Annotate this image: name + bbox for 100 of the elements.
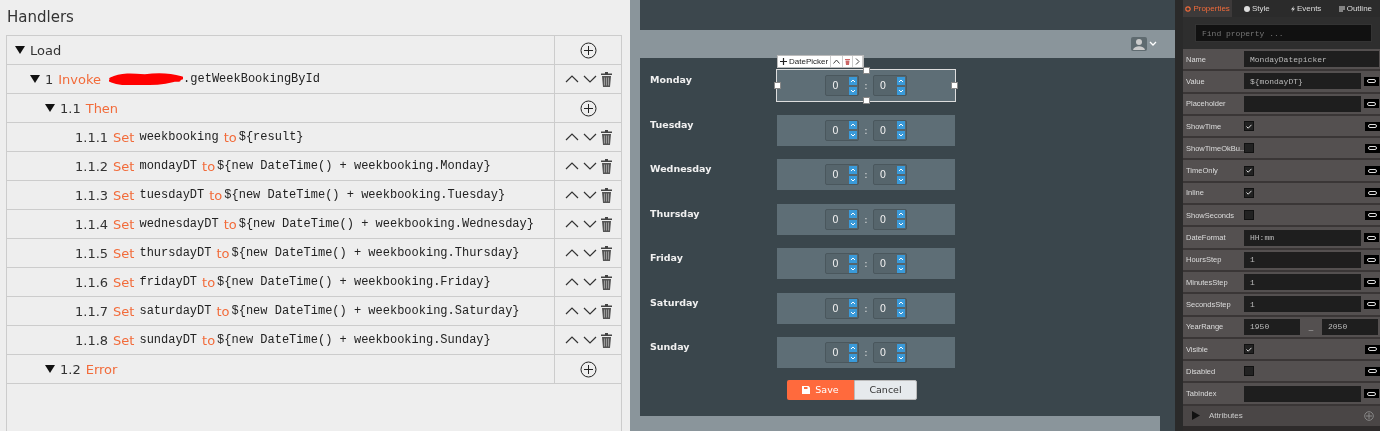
resize-handle[interactable]: [774, 82, 781, 89]
expanded-triangle-icon[interactable]: [45, 364, 55, 374]
add-icon[interactable]: [579, 41, 597, 59]
increment-icon[interactable]: [849, 254, 858, 263]
chevron-up-icon[interactable]: [564, 191, 579, 199]
checkbox[interactable]: [1244, 366, 1254, 377]
decrement-icon[interactable]: [849, 175, 858, 184]
binding-button[interactable]: [1365, 121, 1380, 131]
chevron-down-icon[interactable]: [582, 336, 597, 344]
binding-button[interactable]: [1364, 389, 1379, 399]
minute-spinner[interactable]: 0: [872, 164, 907, 185]
increment-icon[interactable]: [896, 165, 905, 174]
binding-button[interactable]: [1364, 233, 1379, 242]
hour-spinner[interactable]: 0: [825, 164, 860, 185]
binding-button[interactable]: [1364, 299, 1379, 309]
hour-spinner[interactable]: 0: [825, 253, 860, 274]
chevron-down-icon[interactable]: [582, 249, 597, 257]
property-field[interactable]: MondayDatepicker: [1244, 51, 1379, 68]
chevron-down-icon[interactable]: [582, 278, 597, 286]
time-picker[interactable]: 0 : 0: [777, 203, 955, 235]
chevron-down-icon[interactable]: [582, 75, 597, 83]
range-end-field[interactable]: 2050: [1322, 318, 1378, 335]
trash-icon[interactable]: [600, 332, 612, 348]
decrement-icon[interactable]: [896, 175, 905, 184]
binding-button[interactable]: [1364, 99, 1379, 109]
chevron-up-icon[interactable]: [564, 278, 579, 286]
increment-icon[interactable]: [849, 343, 858, 352]
checkbox[interactable]: [1244, 344, 1254, 354]
increment-icon[interactable]: [896, 254, 905, 263]
property-field[interactable]: 1: [1244, 251, 1361, 268]
trash-icon[interactable]: [845, 58, 851, 65]
chevron-up-icon[interactable]: [564, 75, 579, 83]
property-field[interactable]: ${mondayDT}: [1244, 73, 1361, 90]
decrement-icon[interactable]: [896, 131, 905, 139]
decrement-icon[interactable]: [849, 264, 858, 273]
resize-handle[interactable]: [951, 82, 958, 89]
binding-button[interactable]: [1365, 344, 1380, 354]
chevron-up-icon[interactable]: [564, 220, 579, 228]
time-picker[interactable]: 0 : 0: [777, 248, 955, 279]
minute-spinner[interactable]: 0: [872, 253, 907, 274]
property-field[interactable]: 1: [1244, 296, 1361, 313]
time-picker[interactable]: 0 : 0: [777, 292, 955, 324]
decrement-icon[interactable]: [896, 220, 905, 228]
decrement-icon[interactable]: [849, 131, 858, 139]
minute-spinner[interactable]: 0: [872, 119, 907, 141]
search-field[interactable]: Find property ...: [1195, 24, 1372, 42]
increment-icon[interactable]: [849, 165, 858, 174]
trash-icon[interactable]: [600, 187, 612, 203]
binding-button[interactable]: [1364, 76, 1379, 86]
decrement-icon[interactable]: [849, 309, 858, 317]
panel-tab[interactable]: Properties: [1183, 0, 1233, 17]
binding-button[interactable]: [1365, 210, 1380, 220]
property-field[interactable]: 1: [1244, 274, 1361, 291]
expanded-triangle-icon[interactable]: [15, 45, 25, 55]
trash-icon[interactable]: [600, 71, 612, 87]
decrement-icon[interactable]: [849, 353, 858, 362]
checkbox[interactable]: [1244, 121, 1254, 132]
expanded-triangle-icon[interactable]: [30, 74, 40, 84]
binding-button[interactable]: [1365, 366, 1380, 376]
decrement-icon[interactable]: [896, 309, 905, 317]
hour-spinner[interactable]: 0: [825, 208, 860, 230]
hour-spinner[interactable]: 0: [825, 342, 860, 363]
trash-icon[interactable]: [600, 129, 612, 145]
increment-icon[interactable]: [896, 210, 905, 218]
time-picker[interactable]: 0 : 0: [777, 337, 955, 368]
increment-icon[interactable]: [849, 121, 858, 129]
chevron-up-icon[interactable]: [564, 336, 579, 344]
resize-handle[interactable]: [863, 67, 870, 74]
trash-icon[interactable]: [600, 245, 612, 261]
increment-icon[interactable]: [849, 210, 858, 218]
add-icon[interactable]: [579, 99, 597, 117]
add-icon[interactable]: [579, 360, 597, 378]
chevron-up-icon[interactable]: [564, 249, 579, 257]
increment-icon[interactable]: [896, 76, 905, 85]
chevron-down-icon[interactable]: [582, 307, 597, 315]
save-button[interactable]: Save: [787, 379, 854, 400]
expanded-triangle-icon[interactable]: [45, 103, 55, 113]
increment-icon[interactable]: [896, 343, 905, 352]
checkbox[interactable]: [1244, 143, 1254, 154]
chevron-down-icon[interactable]: [582, 220, 597, 228]
checkbox[interactable]: [1244, 187, 1254, 198]
increment-icon[interactable]: [849, 299, 858, 307]
increment-icon[interactable]: [849, 76, 858, 85]
time-picker[interactable]: 0 : 0: [777, 159, 955, 190]
chevron-down-icon[interactable]: [582, 191, 597, 199]
chevron-up-icon[interactable]: [564, 307, 579, 315]
trash-icon[interactable]: [600, 216, 612, 232]
cancel-button[interactable]: Cancel: [854, 379, 917, 400]
range-start-field[interactable]: 1950: [1244, 318, 1300, 335]
resize-handle[interactable]: [863, 97, 870, 104]
binding-button[interactable]: [1365, 143, 1380, 153]
move-icon[interactable]: [780, 58, 787, 65]
minute-spinner[interactable]: 0: [872, 297, 907, 319]
decrement-icon[interactable]: [896, 264, 905, 273]
binding-button[interactable]: [1365, 188, 1380, 198]
minute-spinner[interactable]: 0: [872, 208, 907, 230]
hour-spinner[interactable]: 0: [825, 297, 860, 319]
binding-button[interactable]: [1364, 255, 1379, 265]
increment-icon[interactable]: [896, 299, 905, 307]
hour-spinner[interactable]: 0: [825, 119, 860, 141]
